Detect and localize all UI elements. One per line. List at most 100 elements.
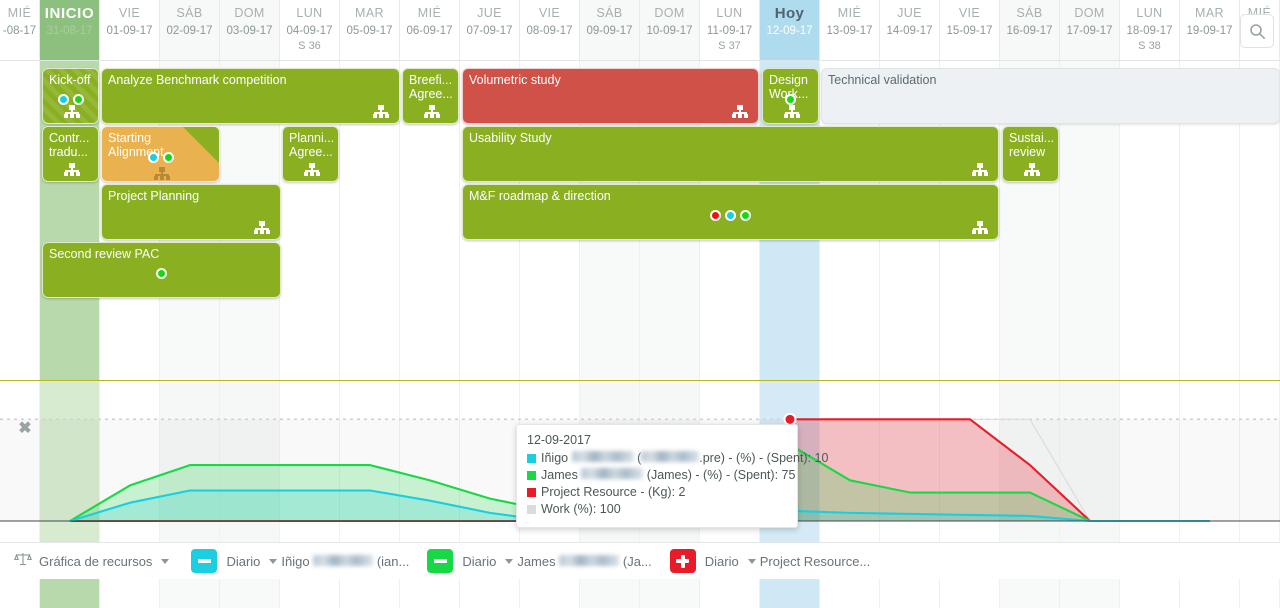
org-chart-icon[interactable] bbox=[732, 105, 748, 118]
org-chart-icon[interactable] bbox=[153, 167, 170, 180]
org-chart-icon[interactable] bbox=[423, 105, 440, 118]
resource-toolbar-item-1[interactable]: Diario James xxxxxx (Ja... bbox=[427, 549, 652, 573]
add-resource-button[interactable] bbox=[669, 549, 696, 573]
timeline-day-05-09-17[interactable]: MAR 05-09-17 bbox=[340, 0, 400, 60]
timeline-day-14-09-17[interactable]: JUE 14-09-17 bbox=[880, 0, 940, 60]
task-milestone-dots bbox=[43, 268, 280, 279]
timeline-day-01-09-17[interactable]: VIE 01-09-17 bbox=[100, 0, 160, 60]
timeline-day-07-09-17[interactable]: JUE 07-09-17 bbox=[460, 0, 520, 60]
task-bar-planagree[interactable]: Planni... Agree... bbox=[282, 126, 339, 182]
tooltip-row: Iñigo xxxxxxx (xxxxxx.pre) - (%) - (Spen… bbox=[527, 450, 828, 467]
day-date-label: 05-09-17 bbox=[346, 25, 393, 37]
chevron-down-icon[interactable] bbox=[505, 558, 514, 564]
task-bar-designwork[interactable]: DesignWork... bbox=[762, 68, 819, 124]
timeline-day-16-09-17[interactable]: SÁB 16-09-17 bbox=[1000, 0, 1060, 60]
timeline-day-02-09-17[interactable]: SÁB 02-09-17 bbox=[160, 0, 220, 60]
task-bar-label: Project Planning bbox=[108, 189, 200, 203]
task-bar-techvalidation[interactable]: Technical validation bbox=[821, 68, 1280, 124]
day-date-label: 18-09-17 bbox=[1126, 25, 1173, 37]
task-bar-sustainreview[interactable]: Sustai... review bbox=[1002, 126, 1059, 182]
day-date-label: 12-09-17 bbox=[766, 25, 813, 37]
milestone-dot-cyan[interactable] bbox=[57, 94, 69, 105]
resource-toolbar-item-2[interactable]: Diario Project Resource... bbox=[669, 549, 870, 573]
timeline-day-15-09-17[interactable]: VIE 15-09-17 bbox=[940, 0, 1000, 60]
timeline-day-08-09-17[interactable]: VIE 08-09-17 bbox=[520, 0, 580, 60]
task-bar-volumetric[interactable]: Volumetric study bbox=[462, 68, 759, 124]
timeline-day--08-17[interactable]: MIÉ -08-17 bbox=[0, 0, 40, 60]
org-chart-icon[interactable] bbox=[63, 105, 80, 118]
org-chart-icon[interactable] bbox=[254, 221, 270, 234]
bottom-column bbox=[40, 579, 100, 608]
resource-toolbar: Gráfica de recursos Diario Iñigo xxxxxx (… bbox=[0, 542, 1280, 579]
bottom-column bbox=[1060, 579, 1120, 608]
day-date-label: 10-09-17 bbox=[646, 25, 693, 37]
search-icon[interactable] bbox=[1240, 14, 1274, 48]
timeline-day-06-09-17[interactable]: MIÉ 06-09-17 bbox=[400, 0, 460, 60]
bottom-column bbox=[100, 579, 160, 608]
chevron-down-icon[interactable] bbox=[269, 558, 278, 564]
day-date-label: 04-09-17 bbox=[286, 25, 333, 37]
minus-icon bbox=[433, 559, 447, 563]
task-bar-projplan[interactable]: Project Planning bbox=[101, 184, 281, 240]
day-date-label: 08-09-17 bbox=[526, 25, 573, 37]
legend-swatch-icon bbox=[527, 505, 536, 514]
task-bar-usability[interactable]: Usability Study bbox=[462, 126, 999, 182]
day-of-week-label: INICIO bbox=[44, 5, 95, 22]
org-chart-icon[interactable] bbox=[972, 163, 988, 176]
chart-type-selector[interactable]: Gráfica de recursos bbox=[14, 551, 173, 571]
timeline-day-18-09-17[interactable]: LUN 18-09-17 S 38 bbox=[1120, 0, 1180, 60]
milestone-dot-green[interactable] bbox=[785, 94, 796, 105]
timeline-day-09-09-17[interactable]: SÁB 09-09-17 bbox=[580, 0, 640, 60]
task-bar-label: Planni... Agree... bbox=[289, 131, 333, 159]
close-icon[interactable]: ✖ bbox=[16, 419, 34, 437]
org-chart-icon[interactable] bbox=[373, 105, 389, 118]
task-bar-briefing[interactable]: Breefi... Agree... bbox=[402, 68, 459, 124]
task-bar-startalign[interactable]: Starting Alignment bbox=[101, 126, 220, 182]
milestone-dot-cyan[interactable] bbox=[147, 152, 159, 163]
resource-toolbar-item-0[interactable]: Diario Iñigo xxxxxx (ian... bbox=[191, 549, 409, 573]
org-chart-icon[interactable] bbox=[303, 163, 320, 176]
chevron-down-icon[interactable] bbox=[747, 558, 756, 564]
task-bar-secondreview[interactable]: Second review PAC bbox=[42, 242, 281, 298]
day-of-week-label: DOM bbox=[1074, 6, 1105, 20]
task-bar-contratradu[interactable]: Contr... tradu... bbox=[42, 126, 99, 182]
remove-resource-button[interactable] bbox=[427, 549, 454, 573]
timeline-day-04-09-17[interactable]: LUN 04-09-17 S 36 bbox=[280, 0, 340, 60]
bottom-column bbox=[940, 579, 1000, 608]
legend-swatch-icon bbox=[527, 471, 536, 480]
org-chart-icon[interactable] bbox=[1023, 163, 1040, 176]
org-chart-icon[interactable] bbox=[783, 105, 800, 118]
org-chart-icon[interactable] bbox=[63, 163, 80, 176]
milestone-dot-green[interactable] bbox=[156, 268, 167, 279]
org-chart-icon[interactable] bbox=[972, 221, 988, 234]
timeline-day-17-09-17[interactable]: DOM 17-09-17 bbox=[1060, 0, 1120, 60]
period-label: Diario bbox=[462, 553, 497, 569]
milestone-dot-red[interactable] bbox=[710, 210, 721, 221]
timeline-day-13-09-17[interactable]: MIÉ 13-09-17 bbox=[820, 0, 880, 60]
task-bar-label: Breefi... Agree... bbox=[409, 73, 453, 101]
task-bar-mfroadmap[interactable]: M&F roadmap & direction bbox=[462, 184, 999, 240]
day-of-week-label: DOM bbox=[234, 6, 265, 20]
gantt-chart-area[interactable]: Kick-off Analyze Benchmark competition Bre… bbox=[0, 60, 1280, 380]
day-date-label: 09-09-17 bbox=[586, 25, 633, 37]
chevron-down-icon[interactable] bbox=[161, 558, 170, 564]
task-bar-benchmark[interactable]: Analyze Benchmark competition bbox=[101, 68, 400, 124]
plus-icon bbox=[676, 554, 690, 568]
task-milestone-dots bbox=[763, 94, 818, 105]
timeline-day-11-09-17[interactable]: LUN 11-09-17 S 37 bbox=[700, 0, 760, 60]
timeline-day-10-09-17[interactable]: DOM 10-09-17 bbox=[640, 0, 700, 60]
gantt-app: MIÉ -08-17 INICIO 31-08-17 VIE 01-09-17 SÁB 02-… bbox=[0, 0, 1280, 608]
timeline-day-03-09-17[interactable]: DOM 03-09-17 bbox=[220, 0, 280, 60]
timeline-day-31-08-17[interactable]: INICIO 31-08-17 bbox=[40, 0, 100, 60]
remove-resource-button[interactable] bbox=[191, 549, 218, 573]
milestone-dot-cyan[interactable] bbox=[725, 210, 736, 221]
timeline-day-19-09-17[interactable]: MAR 19-09-17 bbox=[1180, 0, 1240, 60]
timeline-day-12-09-17[interactable]: Hoy 12-09-17 bbox=[760, 0, 820, 60]
legend-swatch-icon bbox=[527, 454, 536, 463]
milestone-dot-green[interactable] bbox=[72, 94, 84, 105]
task-bar-kickoff[interactable]: Kick-off bbox=[42, 68, 99, 124]
milestone-dot-green[interactable] bbox=[740, 210, 751, 221]
bottom-column bbox=[1180, 579, 1240, 608]
milestone-dot-green[interactable] bbox=[162, 152, 174, 163]
week-number-label: S 37 bbox=[718, 40, 741, 52]
